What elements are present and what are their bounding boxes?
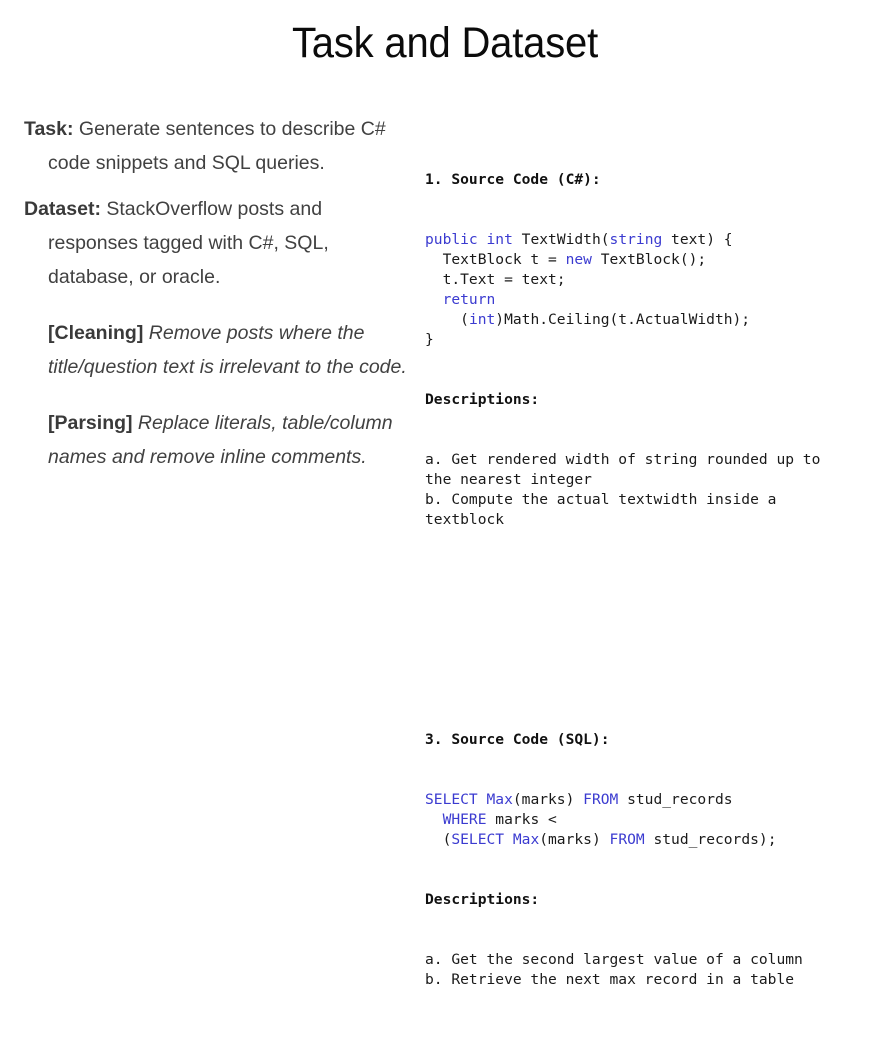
code-token: )Math.Ceiling(t.ActualWidth); bbox=[495, 311, 751, 328]
spacer-task-dataset bbox=[24, 180, 414, 192]
code-token: TextBlock(); bbox=[591, 251, 707, 268]
dataset-label: Dataset: bbox=[24, 198, 101, 220]
code-token: stud_records); bbox=[644, 831, 777, 848]
code-keyword: int bbox=[468, 311, 496, 328]
spacer-cleaning-parsing bbox=[24, 384, 414, 406]
code-keyword: public bbox=[425, 231, 487, 248]
sql-code-block: SELECT Max(marks) FROM stud_records WHER… bbox=[425, 790, 887, 850]
page-title: Task and Dataset bbox=[291, 19, 598, 67]
code-line: return bbox=[425, 290, 887, 310]
code-keyword: return bbox=[442, 291, 496, 308]
code-keyword: Max bbox=[512, 831, 540, 848]
parsing-tag: [Parsing] bbox=[48, 412, 133, 434]
code-keyword: string bbox=[609, 231, 663, 248]
code-line: SELECT Max(marks) FROM stud_records bbox=[425, 790, 887, 810]
code-keyword: int bbox=[486, 231, 522, 248]
code-keyword: FROM bbox=[609, 831, 645, 848]
spacer-code-blocks-2 bbox=[425, 650, 887, 670]
code-keyword: new bbox=[565, 251, 592, 268]
task-text: Generate sentences to describe C# code s… bbox=[48, 118, 386, 174]
code-token: ( bbox=[425, 831, 452, 848]
code-line: (int)Math.Ceiling(t.ActualWidth); bbox=[425, 310, 887, 330]
code-token: (marks) bbox=[539, 831, 610, 848]
code-token: TextWidth( bbox=[521, 231, 610, 248]
code-keyword: SELECT bbox=[451, 831, 505, 848]
code-text-line: b. Retrieve the next max record in a tab… bbox=[425, 971, 795, 988]
code-line: } bbox=[425, 330, 887, 350]
code-text-line: a. Get rendered width of string rounded … bbox=[425, 451, 821, 468]
right-code-column: 1. Source Code (C#): public int TextWidt… bbox=[425, 110, 887, 1050]
code-text-line: the nearest integer bbox=[425, 471, 592, 488]
code-line: WHERE marks < bbox=[425, 810, 887, 830]
cleaning-paragraph: [Cleaning] Remove posts where the title/… bbox=[48, 316, 414, 384]
code-token: text) { bbox=[662, 231, 733, 248]
csharp-descriptions: a. Get rendered width of string rounded … bbox=[425, 450, 887, 530]
code-token: } bbox=[425, 331, 434, 348]
csharp-code-block: public int TextWidth(string text) { Text… bbox=[425, 230, 887, 350]
code-line: t.Text = text; bbox=[425, 270, 887, 290]
code-token: TextBlock t = bbox=[425, 251, 566, 268]
dataset-paragraph: Dataset: StackOverflow posts and respons… bbox=[24, 192, 414, 294]
code-keyword: FROM bbox=[583, 791, 619, 808]
code-text-line: a. Get the second largest value of a col… bbox=[425, 951, 803, 968]
code-token: (marks) bbox=[512, 791, 584, 808]
code-keyword: SELECT bbox=[425, 791, 478, 808]
csharp-header: 1. Source Code (C#): bbox=[425, 171, 601, 188]
code-line: TextBlock t = new TextBlock(); bbox=[425, 250, 887, 270]
spacer-dataset-cleaning bbox=[24, 294, 414, 316]
task-label: Task: bbox=[24, 118, 74, 140]
task-paragraph: Task: Generate sentences to describe C# … bbox=[24, 112, 414, 180]
code-keyword: Max bbox=[486, 791, 513, 808]
code-text-line: b. Compute the actual textwidth inside a bbox=[425, 491, 777, 508]
code-token: marks < bbox=[486, 811, 557, 828]
sql-descriptions: a. Get the second largest value of a col… bbox=[425, 950, 887, 990]
slide-canvas: Task and Dataset Task: Generate sentence… bbox=[0, 0, 890, 988]
csharp-descriptions-header: Descriptions: bbox=[425, 391, 540, 408]
code-line: public int TextWidth(string text) { bbox=[425, 230, 887, 250]
left-text-column: Task: Generate sentences to describe C# … bbox=[24, 112, 414, 474]
code-keyword: WHERE bbox=[442, 811, 487, 828]
sql-header: 3. Source Code (SQL): bbox=[425, 731, 610, 748]
code-token: t.Text = text; bbox=[425, 271, 566, 288]
parsing-paragraph: [Parsing] Replace literals, table/column… bbox=[48, 406, 414, 474]
code-text-line: textblock bbox=[425, 511, 505, 528]
sql-descriptions-header: Descriptions: bbox=[425, 891, 540, 908]
code-token: stud_records bbox=[618, 791, 733, 808]
cleaning-tag: [Cleaning] bbox=[48, 322, 144, 344]
code-line: (SELECT Max(marks) FROM stud_records); bbox=[425, 830, 887, 850]
code-token: ( bbox=[425, 311, 469, 328]
spacer-code-blocks-1 bbox=[425, 590, 887, 610]
